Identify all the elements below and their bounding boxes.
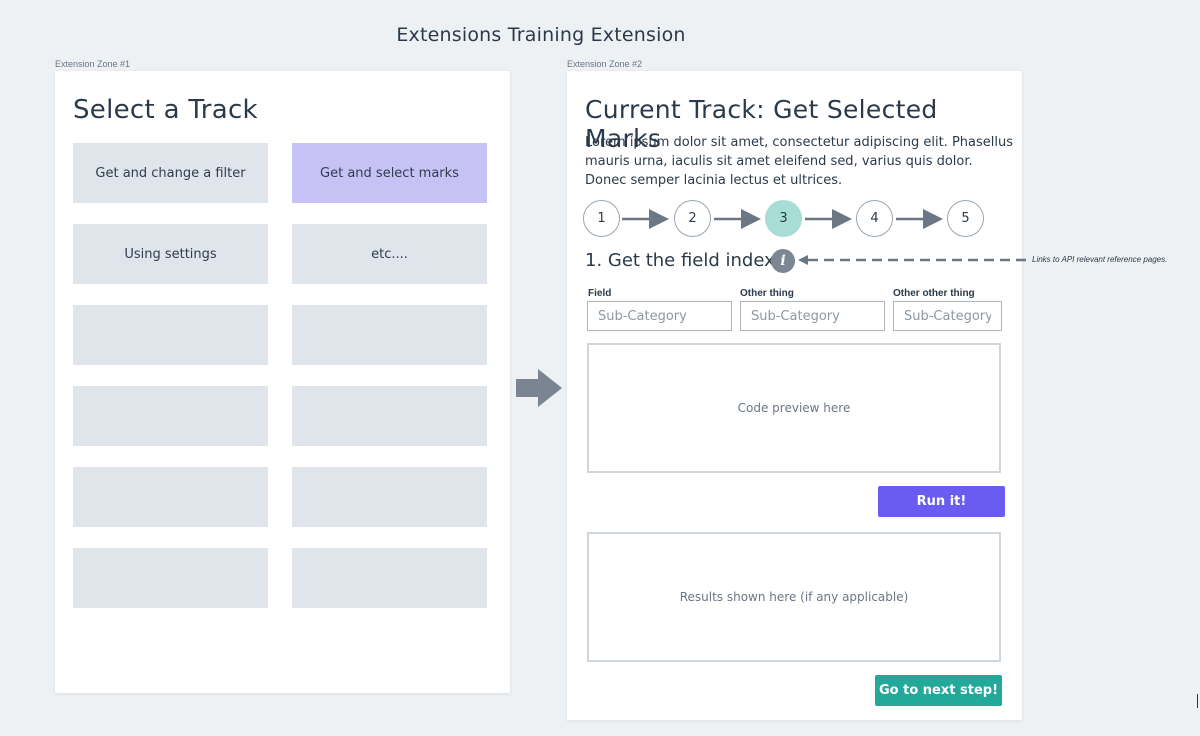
track-description: Lorem ipsum dolor sit amet, consectetur … <box>585 135 1013 188</box>
field-input[interactable] <box>587 301 732 331</box>
step-2[interactable]: 2 <box>674 200 711 237</box>
code-preview-box: Code preview here <box>587 343 1001 473</box>
track-tile-label: Get and select marks <box>320 165 459 181</box>
track-tile[interactable] <box>73 467 268 527</box>
text-cursor-icon <box>1197 694 1198 708</box>
zone-label-2: Extension Zone #2 <box>567 59 643 69</box>
track-tile-label: Using settings <box>124 246 217 262</box>
page-title: Extensions Training Extension <box>396 24 686 46</box>
step-4[interactable]: 4 <box>856 200 893 237</box>
other-thing-label: Other thing <box>740 288 794 299</box>
step-title: 1. Get the field index <box>585 250 775 271</box>
results-box: Results shown here (if any applicable) <box>587 532 1001 662</box>
track-tile[interactable] <box>292 305 487 365</box>
track-tile[interactable] <box>292 386 487 446</box>
track-tile-label: etc.... <box>371 246 408 262</box>
track-tile[interactable]: Get and change a filter <box>73 143 268 203</box>
track-tile-label: Get and change a filter <box>95 165 246 181</box>
field-label: Field <box>588 288 612 299</box>
info-icon[interactable]: i <box>771 249 795 273</box>
select-track-heading: Select a Track <box>73 95 258 125</box>
step-progress: 1 2 3 4 5 <box>581 199 991 239</box>
track-grid: Get and change a filter Get and select m… <box>73 143 487 608</box>
arrow-right-icon <box>516 369 562 407</box>
track-tile[interactable]: Using settings <box>73 224 268 284</box>
zone-label-1: Extension Zone #1 <box>55 59 131 69</box>
results-text: Results shown here (if any applicable) <box>679 590 909 604</box>
annotation-arrow <box>798 255 1028 265</box>
track-tile[interactable] <box>292 467 487 527</box>
track-tile[interactable]: Get and select marks <box>292 143 487 203</box>
other-other-thing-label: Other other thing <box>893 288 975 299</box>
annotation-text: Links to API relevant reference pages. <box>1032 255 1168 264</box>
other-thing-input[interactable] <box>740 301 885 331</box>
next-step-button[interactable]: Go to next step! <box>875 675 1002 706</box>
code-preview-text: Code preview here <box>737 401 851 415</box>
run-button[interactable]: Run it! <box>878 486 1005 517</box>
track-tile[interactable] <box>73 305 268 365</box>
extension-zone-2: Current Track: Get Selected Marks Lorem … <box>567 71 1022 720</box>
extension-zone-1: Select a Track Get and change a filter G… <box>55 71 510 693</box>
track-tile[interactable]: etc.... <box>292 224 487 284</box>
track-tile[interactable] <box>73 548 268 608</box>
step-1[interactable]: 1 <box>583 200 620 237</box>
other-other-thing-input[interactable] <box>893 301 1002 331</box>
track-tile[interactable] <box>292 548 487 608</box>
step-3[interactable]: 3 <box>765 200 802 237</box>
step-5[interactable]: 5 <box>947 200 984 237</box>
track-tile[interactable] <box>73 386 268 446</box>
